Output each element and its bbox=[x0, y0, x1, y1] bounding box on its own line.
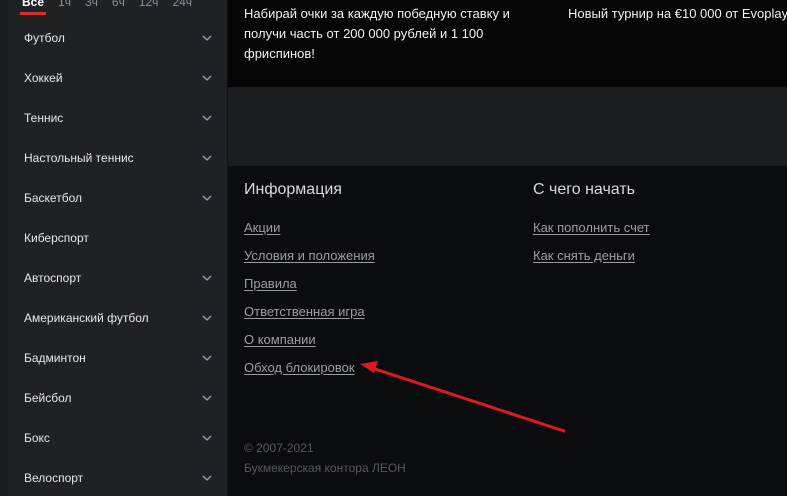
sport-list: Футбол Хоккей Теннис Настольный теннис Б… bbox=[8, 18, 227, 496]
sidebar-item-label: Киберспорт bbox=[24, 231, 89, 245]
footer-link-responsible-gaming[interactable]: Ответственная игра bbox=[244, 298, 365, 326]
promo-banner-strip: Набирай очки за каждую победную ставку и… bbox=[228, 0, 787, 87]
sidebar-item-label: Настольный теннис bbox=[24, 151, 134, 165]
site-footer: Информация Акции Условия и положения Пра… bbox=[228, 166, 787, 496]
sidebar-item-baseball[interactable]: Бейсбол bbox=[8, 378, 227, 418]
promo-text-points[interactable]: Набирай очки за каждую победную ставку и… bbox=[244, 4, 534, 64]
copyright-company: Букмекерская контора ЛЕОН bbox=[244, 461, 406, 475]
filter-tab-24h[interactable]: 24ч bbox=[172, 0, 192, 12]
sidebar-item-basketball[interactable]: Баскетбол bbox=[8, 178, 227, 218]
sidebar-item-tennis[interactable]: Теннис bbox=[8, 98, 227, 138]
sidebar-item-label: Баскетбол bbox=[24, 191, 82, 205]
chevron-down-icon bbox=[202, 315, 212, 321]
sidebar-item-badminton[interactable]: Бадминтон bbox=[8, 338, 227, 378]
footer-link-withdraw[interactable]: Как снять деньги bbox=[533, 242, 635, 270]
sidebar-item-label: Бадминтон bbox=[24, 351, 86, 365]
sidebar-item-motorsport[interactable]: Автоспорт bbox=[8, 258, 227, 298]
promo-spacer bbox=[228, 87, 787, 166]
sidebar-item-esports[interactable]: Киберспорт bbox=[8, 218, 227, 258]
chevron-down-icon bbox=[202, 435, 212, 441]
footer-copyright: © 2007-2021 Букмекерская контора ЛЕОН bbox=[244, 438, 406, 478]
sidebar-item-american-football[interactable]: Американский футбол bbox=[8, 298, 227, 338]
sidebar-item-label: Автоспорт bbox=[24, 271, 82, 285]
sidebar-item-boxing[interactable]: Бокс bbox=[8, 418, 227, 458]
footer-column-info: Информация Акции Условия и положения Пра… bbox=[244, 180, 504, 382]
sidebar-item-label: Хоккей bbox=[24, 71, 63, 85]
filter-tab-12h[interactable]: 12ч bbox=[139, 0, 159, 12]
footer-link-about[interactable]: О компании bbox=[244, 326, 316, 354]
sidebar-edge bbox=[0, 0, 8, 496]
footer-link-terms[interactable]: Условия и положения bbox=[244, 242, 375, 270]
chevron-down-icon bbox=[202, 155, 212, 161]
sidebar-item-label: Велоспорт bbox=[24, 471, 84, 485]
page: Все 1ч 3ч 6ч 12ч 24ч Футбол Хоккей Тенни… bbox=[0, 0, 787, 496]
chevron-down-icon bbox=[202, 355, 212, 361]
chevron-down-icon bbox=[202, 275, 212, 281]
footer-heading-getting-started: С чего начать bbox=[533, 181, 635, 198]
chevron-down-icon bbox=[202, 35, 212, 41]
footer-column-getting-started: С чего начать Как пополнить счет Как сня… bbox=[533, 180, 773, 270]
copyright-years: © 2007-2021 bbox=[244, 441, 314, 455]
time-filter-tabs: Все 1ч 3ч 6ч 12ч 24ч bbox=[8, 0, 220, 15]
footer-link-rules[interactable]: Правила bbox=[244, 270, 297, 298]
main-content: Набирай очки за каждую победную ставку и… bbox=[228, 0, 787, 496]
sports-sidebar: Все 1ч 3ч 6ч 12ч 24ч Футбол Хоккей Тенни… bbox=[0, 0, 228, 496]
chevron-down-icon bbox=[202, 195, 212, 201]
sidebar-item-label: Американский футбол bbox=[24, 311, 149, 325]
chevron-down-icon bbox=[202, 395, 212, 401]
filter-tab-all[interactable]: Все bbox=[19, 0, 47, 15]
sidebar-item-label: Бокс bbox=[24, 431, 50, 445]
filter-tab-1h[interactable]: 1ч bbox=[58, 0, 71, 12]
sidebar-item-table-tennis[interactable]: Настольный теннис bbox=[8, 138, 227, 178]
sidebar-item-label: Футбол bbox=[24, 31, 65, 45]
sidebar-item-label: Бейсбол bbox=[24, 391, 72, 405]
promo-text-tournament[interactable]: Новый турнир на €10 000 от Evoplay! bbox=[568, 4, 787, 24]
chevron-down-icon bbox=[202, 75, 212, 81]
chevron-down-icon bbox=[202, 115, 212, 121]
footer-link-deposit[interactable]: Как пополнить счет bbox=[533, 214, 650, 242]
sidebar-item-cycling[interactable]: Велоспорт bbox=[8, 458, 227, 496]
footer-link-bypass-blocking[interactable]: Обход блокировок bbox=[244, 354, 355, 382]
filter-tab-3h[interactable]: 3ч bbox=[85, 0, 98, 12]
sidebar-item-football[interactable]: Футбол bbox=[8, 18, 227, 58]
chevron-down-icon bbox=[202, 475, 212, 481]
footer-link-promotions[interactable]: Акции bbox=[244, 214, 280, 242]
filter-tab-6h[interactable]: 6ч bbox=[112, 0, 125, 12]
sidebar-item-hockey[interactable]: Хоккей bbox=[8, 58, 227, 98]
sidebar-item-label: Теннис bbox=[24, 111, 64, 125]
footer-heading-info: Информация bbox=[244, 181, 342, 198]
